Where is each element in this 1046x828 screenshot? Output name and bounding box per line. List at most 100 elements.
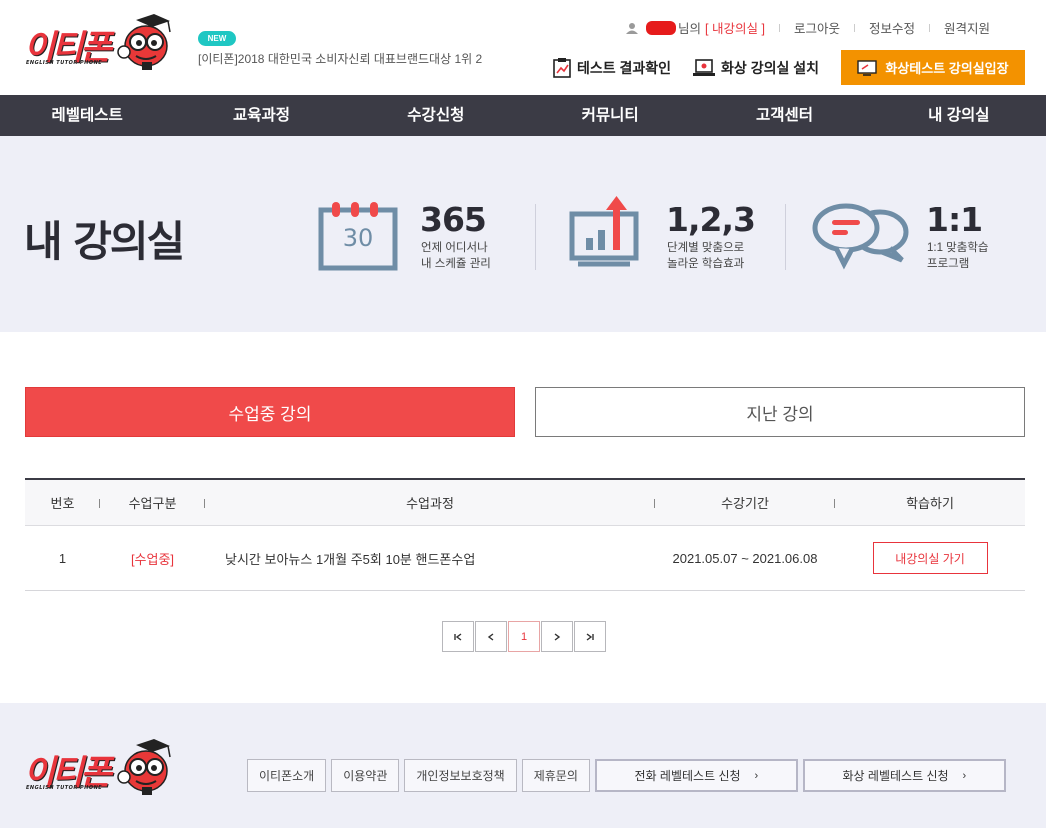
feature-number: 1:1 <box>926 200 983 239</box>
nav-enroll[interactable]: 수강신청 <box>349 95 523 136</box>
chevron-right-icon: › <box>754 769 759 782</box>
nav-courses[interactable]: 교육과정 <box>174 95 348 136</box>
logout-link[interactable]: 로그아웃 <box>794 18 840 37</box>
calendar-day: 30 <box>342 224 374 252</box>
laptop-icon <box>693 58 716 76</box>
feature-desc-line: 언제 어디서나 <box>421 242 488 254</box>
nav-level-test[interactable]: 레벨테스트 <box>0 95 174 136</box>
feature-number: 1,2,3 <box>666 200 756 239</box>
column-header-label: 학습하기 <box>906 496 954 511</box>
phone-level-test-button[interactable]: 전화 레벨테스트 신청 › <box>594 759 798 792</box>
feature-desc-line: 놀라운 학습효과 <box>667 258 745 270</box>
cell-status: [수업중] <box>130 551 175 567</box>
cell-course: 낮시간 보아뉴스 1개월 주5회 10분 핸드폰수업 <box>225 551 476 567</box>
footer-links: 이티폰소개 이용약관 개인정보보호정책 제휴문의 전화 레벨테스트 신청 › 화… <box>247 759 1011 792</box>
news-headline[interactable]: [이티폰]2018 대한민국 소비자신뢰 대표브랜드대상 1위 2 <box>198 50 482 67</box>
monitor-icon <box>857 59 878 76</box>
mascot-icon <box>117 739 171 795</box>
install-classroom-button[interactable]: 화상 강의실 설치 <box>693 58 819 78</box>
my-class-link[interactable]: [ 내강의실 ] <box>705 18 765 37</box>
feature-number: 365 <box>420 200 487 239</box>
chevron-right-icon: › <box>962 769 967 782</box>
mascot-icon <box>117 14 171 70</box>
feature-desc: 1:1 맞춤학습 프로그램 <box>927 240 989 272</box>
table-row: 1 [수업중] 낮시간 보아뉴스 1개월 주5회 10분 핸드폰수업 2021.… <box>25 526 1025 591</box>
clipboard-chart-icon <box>553 57 571 78</box>
last-page-button[interactable] <box>574 621 606 652</box>
footer-link-terms[interactable]: 이용약관 <box>331 759 400 792</box>
divider <box>535 204 536 270</box>
install-label: 화상 강의실 설치 <box>721 59 819 76</box>
video-test-enter-button[interactable]: 화상테스트 강의실입장 <box>841 50 1025 85</box>
divider <box>778 23 780 32</box>
column-header-label: 번호 <box>50 496 75 511</box>
footer-logo[interactable]: 이티폰 ENGLISH TUTOR PHONE <box>22 737 174 797</box>
class-table: 번호 수업구분 수업과정 수강기간 학습하기 1 [수업중] 낮시간 보아뉴스 … <box>25 478 1025 591</box>
new-badge: NEW <box>198 31 236 46</box>
column-header-label: 수강기간 <box>721 496 769 511</box>
footer-link-about[interactable]: 이티폰소개 <box>247 759 327 792</box>
divider <box>928 23 930 32</box>
divider <box>785 204 786 270</box>
footer-link-partnership[interactable]: 제휴문의 <box>521 759 590 792</box>
chevron-left-icon <box>487 632 494 641</box>
feature-steps: 1,2,3 단계별 맞춤으로 놀라운 학습효과 <box>568 196 768 278</box>
user-suffix: 님의 <box>678 22 702 36</box>
logo-subtext: ENGLISH TUTOR PHONE <box>26 60 103 66</box>
page: 이티폰 ENGLISH TUTOR PHONE NEW [이티폰]2018 대한… <box>0 0 1046 828</box>
divider <box>853 23 855 32</box>
site-logo[interactable]: 이티폰 ENGLISH TUTOR PHONE <box>22 12 174 72</box>
feature-desc-line: 프로그램 <box>927 258 970 270</box>
feature-desc: 단계별 맞춤으로 놀라운 학습효과 <box>667 240 744 272</box>
header: 이티폰 ENGLISH TUTOR PHONE NEW [이티폰]2018 대한… <box>0 0 1046 95</box>
feature-one-on-one: 1:1 1:1 맞춤학습 프로그램 <box>812 198 1032 278</box>
nav-support[interactable]: 고객센터 <box>697 95 871 136</box>
video-level-test-button[interactable]: 화상 레벨테스트 신청 › <box>802 759 1006 792</box>
hero-banner: 내 강의실 30 365 언제 어디서나 내 스케쥴 관리 1,2,3 단계별 … <box>0 136 1046 332</box>
header-actions: 테스트 결과확인 화상 강의실 설치 화상테스트 강의실입장 <box>553 50 1025 85</box>
page-title: 내 강의실 <box>24 217 185 266</box>
table-header: 번호 수업구분 수업과정 수강기간 학습하기 <box>25 478 1025 526</box>
footer: 이티폰 ENGLISH TUTOR PHONE 이티폰소개 이용약관 개인정보보… <box>0 703 1046 828</box>
footer-link-privacy[interactable]: 개인정보보호정책 <box>404 759 517 792</box>
page-number-current[interactable]: 1 <box>508 621 540 652</box>
first-page-button[interactable] <box>442 621 474 652</box>
feature-desc-line: 내 스케쥴 관리 <box>421 258 491 270</box>
next-page-button[interactable] <box>541 621 573 652</box>
main-nav: 레벨테스트 교육과정 수강신청 커뮤니티 고객센터 내 강의실 <box>0 95 1046 136</box>
test-result-button[interactable]: 테스트 결과확인 <box>553 57 672 78</box>
column-header: 수업구분 <box>100 480 205 525</box>
chevron-right-icon <box>554 632 561 641</box>
video-level-test-label: 화상 레벨테스트 신청 <box>842 769 949 783</box>
pagination: 1 <box>442 621 607 652</box>
nav-my-classroom[interactable]: 내 강의실 <box>872 95 1046 136</box>
column-header: 수업과정 <box>205 480 655 525</box>
test-result-label: 테스트 결과확인 <box>576 59 672 76</box>
feature-schedule: 30 365 언제 어디서나 내 스케쥴 관리 <box>318 198 518 278</box>
column-header-label: 수업과정 <box>406 496 454 511</box>
feature-desc: 언제 어디서나 내 스케쥴 관리 <box>421 240 491 272</box>
tab-past-classes[interactable]: 지난 강의 <box>535 387 1025 437</box>
prev-page-button[interactable] <box>475 621 507 652</box>
bar-chart-monitor-icon <box>569 196 639 267</box>
cell-action: 내강의실 가기 <box>835 526 1025 590</box>
logo-subtext: ENGLISH TUTOR PHONE <box>26 785 103 791</box>
edit-info-link[interactable]: 정보수정 <box>869 18 915 37</box>
go-to-classroom-button[interactable]: 내강의실 가기 <box>872 542 988 574</box>
tab-current-classes[interactable]: 수업중 강의 <box>25 387 515 437</box>
phone-level-test-label: 전화 레벨테스트 신청 <box>634 769 741 783</box>
feature-desc-line: 1:1 맞춤학습 <box>927 242 989 254</box>
user-name-masked <box>646 20 677 35</box>
top-utility-nav: 님의 [ 내강의실 ] 로그아웃 정보수정 원격지원 <box>626 18 990 37</box>
cell-number: 1 <box>58 550 67 566</box>
video-test-enter-label: 화상테스트 강의실입장 <box>885 61 1009 76</box>
column-header: 번호 <box>25 480 100 525</box>
user-icon <box>626 22 639 34</box>
remote-support-link[interactable]: 원격지원 <box>944 18 990 37</box>
feature-desc-line: 단계별 맞춤으로 <box>667 242 745 254</box>
column-header: 학습하기 <box>835 480 1025 525</box>
last-page-icon <box>586 632 594 641</box>
nav-community[interactable]: 커뮤니티 <box>523 95 697 136</box>
column-header-label: 수업구분 <box>128 496 177 511</box>
chat-bubbles-icon <box>812 203 909 270</box>
